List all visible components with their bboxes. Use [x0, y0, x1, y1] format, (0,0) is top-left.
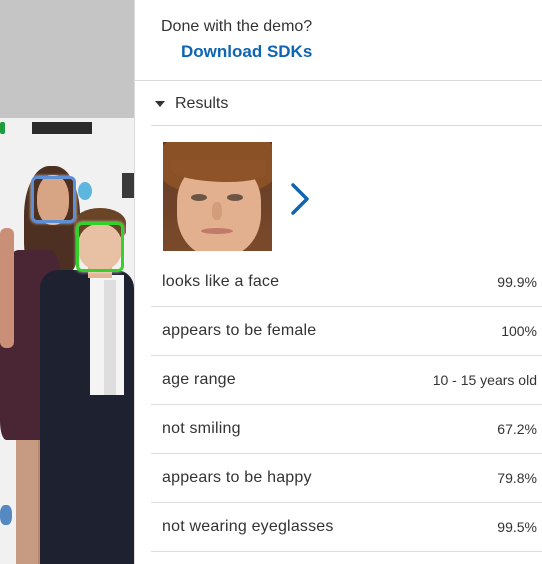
result-value: 100% [501, 323, 537, 339]
results-list: looks like a face 99.9% appears to be fe… [151, 258, 542, 552]
results-panel: Done with the demo? Download SDKs Result… [134, 0, 542, 564]
divider [135, 80, 542, 81]
caret-down-icon[interactable] [155, 101, 165, 107]
download-sdks-link[interactable]: Download SDKs [181, 42, 312, 62]
result-value: 99.5% [497, 519, 537, 535]
demo-question: Done with the demo? [161, 18, 313, 35]
person-boy-tie [104, 280, 116, 395]
result-row: not wearing eyeglasses 99.5% [151, 503, 542, 552]
person-woman-arm [0, 228, 14, 348]
result-label: appears to be happy [162, 469, 312, 486]
result-row: appears to be happy 79.8% [151, 454, 542, 503]
backdrop-logo [0, 122, 5, 134]
result-value: 67.2% [497, 421, 537, 437]
chevron-right-icon[interactable] [289, 182, 311, 216]
face-thumbnail [163, 142, 272, 251]
face-box-selected[interactable] [76, 222, 124, 272]
results-label: Results [175, 95, 229, 112]
result-label: not wearing eyeglasses [162, 518, 334, 535]
analyzed-photo [0, 0, 134, 564]
result-value: 99.9% [497, 274, 537, 290]
result-row: not smiling 67.2% [151, 405, 542, 454]
result-row: age range 10 - 15 years old [151, 356, 542, 405]
backdrop-logo [32, 122, 92, 134]
result-label: appears to be female [162, 322, 317, 339]
result-row: appears to be female 100% [151, 307, 542, 356]
next-face-button[interactable] [285, 176, 315, 222]
result-value: 10 - 15 years old [432, 372, 537, 388]
result-value: 79.8% [497, 470, 537, 486]
backdrop-logo [78, 182, 92, 200]
divider [151, 125, 542, 126]
result-row: looks like a face 99.9% [151, 258, 542, 307]
result-label: not smiling [162, 420, 241, 437]
backdrop-logo [122, 173, 134, 198]
backdrop-logo [0, 505, 12, 525]
photo-top-area [0, 0, 134, 118]
results-header[interactable]: Results [155, 94, 228, 114]
face-box-other[interactable] [31, 176, 76, 223]
result-label: age range [162, 371, 236, 388]
result-label: looks like a face [162, 273, 280, 290]
